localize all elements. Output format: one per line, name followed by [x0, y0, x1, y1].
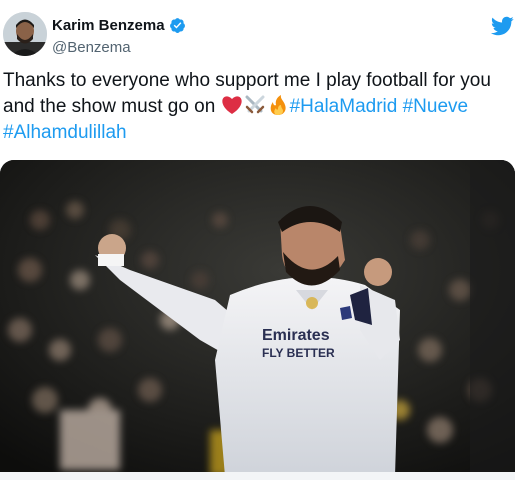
shirt-sponsor-tagline: FLY BETTER [262, 346, 335, 360]
tweet-photo[interactable]: Emirates FLY BETTER [0, 160, 515, 476]
verified-badge-icon [169, 17, 186, 34]
red-heart-icon [221, 95, 243, 115]
fire-icon [267, 95, 289, 115]
hashtag-link[interactable]: #HalaMadrid [290, 96, 398, 117]
author-name-row[interactable]: Karim Benzema [52, 17, 186, 34]
author-handle[interactable]: @Benzema [52, 39, 131, 56]
avatar[interactable] [3, 12, 47, 56]
photo-image: Emirates FLY BETTER [0, 160, 515, 476]
crossed-swords-icon [244, 95, 266, 115]
shirt-sponsor-text: Emirates [262, 327, 330, 344]
tweet-text: Thanks to everyone who support me I play… [3, 68, 508, 146]
hashtag-link[interactable]: #Alhamdulillah [3, 122, 127, 143]
twitter-bird-icon[interactable] [490, 14, 514, 38]
display-name[interactable]: Karim Benzema [52, 17, 165, 34]
tweet-card[interactable]: Karim Benzema @Benzema Thanks to everyon… [0, 0, 515, 480]
bottom-divider [0, 472, 515, 480]
avatar-image [3, 12, 47, 56]
hashtag-link[interactable]: #Nueve [403, 96, 469, 117]
